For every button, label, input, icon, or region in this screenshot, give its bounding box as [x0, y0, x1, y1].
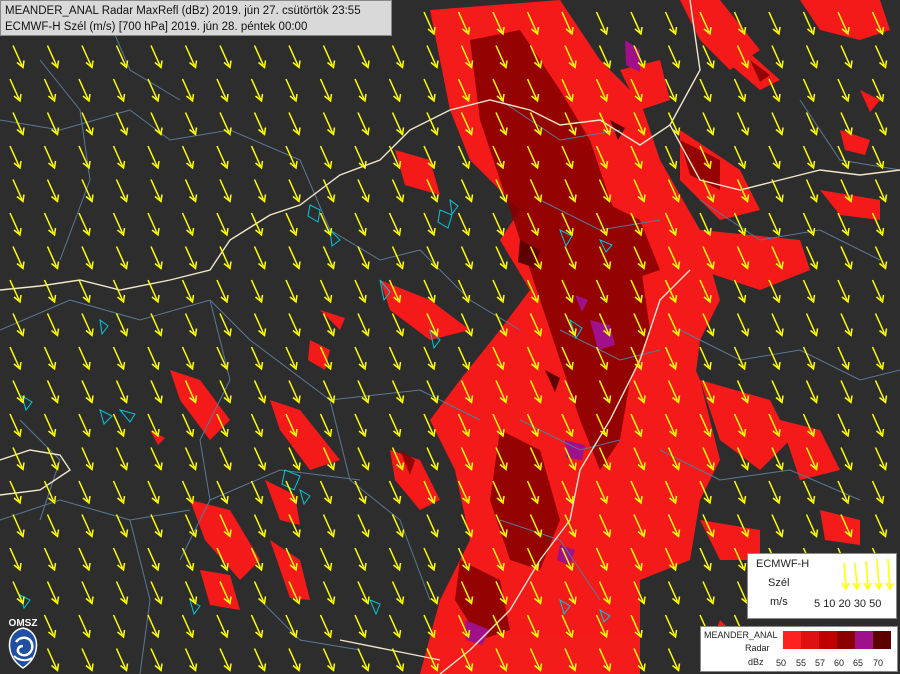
wind-tick: 50	[869, 598, 882, 610]
omsz-logo-text: OMSZ	[8, 618, 38, 629]
wind-tick: 10	[823, 598, 836, 610]
wind-legend-ticks: 5 10 20 30 50	[814, 598, 881, 610]
radar-swatch	[855, 631, 873, 649]
map-title-box: MEANDER_ANAL Radar MaxRefl (dBz) 2019. j…	[0, 0, 392, 36]
radar-swatch	[837, 631, 855, 649]
radar-tick: 50	[776, 658, 787, 668]
radar-legend-unit: dBz	[748, 657, 764, 667]
weather-map: MEANDER_ANAL Radar MaxRefl (dBz) 2019. j…	[0, 0, 900, 674]
radar-tick: 57	[815, 658, 826, 668]
radar-tick: 70	[873, 658, 884, 668]
radar-swatch	[873, 631, 891, 649]
wind-legend-variable: Szél	[768, 577, 790, 589]
wind-legend: ECMWF-H Szél m/s 5 10 20 30 50	[747, 553, 897, 619]
radar-legend-variable: Radar	[745, 643, 770, 653]
radar-tick: 60	[834, 658, 845, 668]
wind-legend-unit: m/s	[770, 596, 788, 608]
radar-tick: 55	[796, 658, 807, 668]
radar-swatch	[801, 631, 819, 649]
wind-tick: 5	[814, 598, 821, 610]
radar-legend-model: MEANDER_ANAL	[704, 630, 778, 640]
wind-tick: 20	[838, 598, 851, 610]
radar-legend: MEANDER_ANAL Radar dBz 50 55 57 60 65 70	[700, 626, 898, 672]
wind-tick: 30	[853, 598, 867, 610]
radar-swatch	[819, 631, 837, 649]
omsz-logo: OMSZ	[4, 616, 42, 672]
radar-tick: 65	[853, 658, 864, 668]
radar-swatch	[783, 631, 801, 649]
wind-title: ECMWF-H Szél (m/s) [700 hPa] 2019. jún 2…	[5, 21, 308, 33]
wind-legend-arrows	[841, 558, 894, 591]
radar-title: MEANDER_ANAL Radar MaxRefl (dBz) 2019. j…	[5, 5, 361, 17]
wind-legend-model: ECMWF-H	[756, 558, 810, 570]
